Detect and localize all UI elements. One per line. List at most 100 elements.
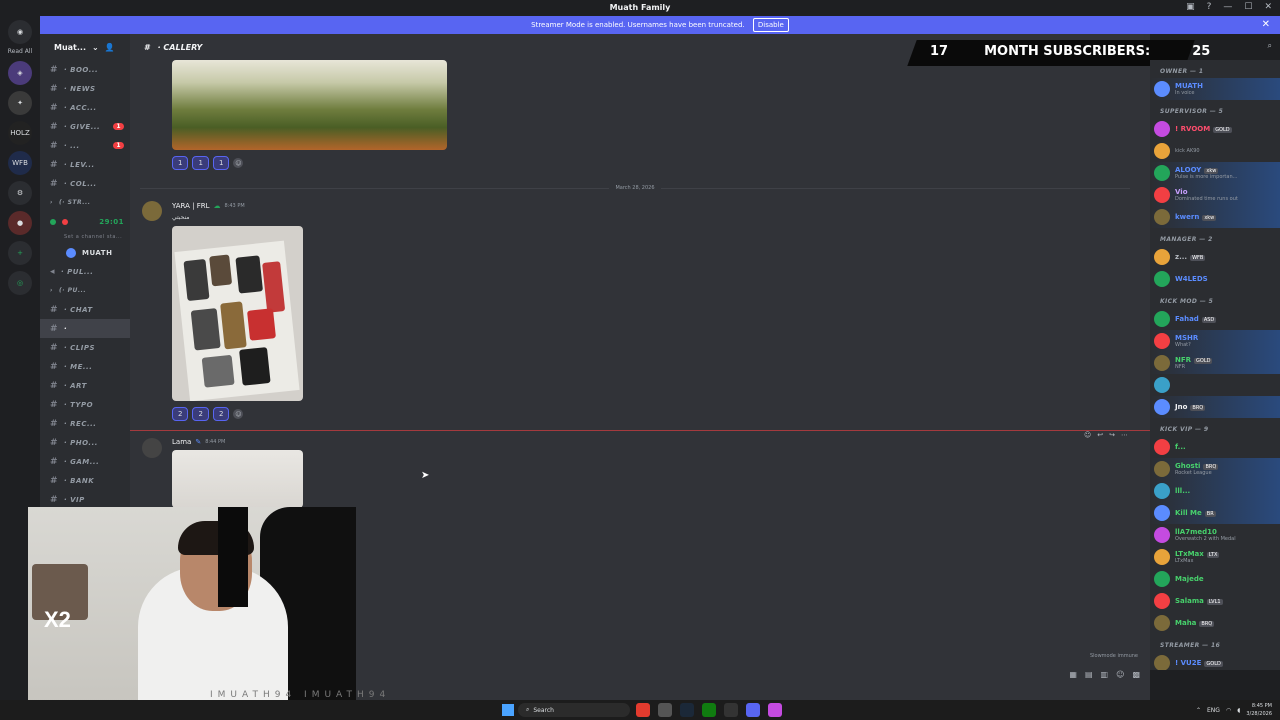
windows-start-icon[interactable] xyxy=(502,704,514,716)
member-item[interactable]: Ghosti BRQ Rocket League xyxy=(1150,458,1280,480)
member-item[interactable]: f... xyxy=(1150,436,1280,458)
add-reaction-icon[interactable]: ☺ xyxy=(233,158,244,168)
server-icon[interactable]: ⚙ xyxy=(8,181,32,205)
disable-streamer-mode-button[interactable]: Disable xyxy=(752,18,789,32)
server-icon[interactable]: ● xyxy=(8,211,32,235)
channel-item[interactable]: # · xyxy=(40,319,130,338)
author-name[interactable]: Lama xyxy=(172,438,191,446)
voice-channel-pul[interactable]: ◂ · PUL... xyxy=(40,262,130,281)
member-item[interactable]: Majede xyxy=(1150,568,1280,590)
server-icon[interactable]: ✦ xyxy=(8,91,32,115)
member-item[interactable]: lll... xyxy=(1150,480,1280,502)
voice-category[interactable]: › (· STR... xyxy=(40,193,130,212)
voice-channel[interactable]: 29:01 xyxy=(40,212,130,231)
close-window-button[interactable]: ✕ xyxy=(1264,2,1272,12)
member-item[interactable]: z... WFB xyxy=(1150,246,1280,268)
chevron-up-icon[interactable]: ⌃ xyxy=(1196,707,1201,714)
app-icon[interactable] xyxy=(724,703,738,717)
search-icon[interactable]: ⌕ xyxy=(1268,41,1272,51)
volume-icon[interactable]: ◖ xyxy=(1237,707,1240,714)
channel-status[interactable]: Set a channel sta... xyxy=(40,231,130,243)
author-name[interactable]: YARA | FRL xyxy=(172,202,210,210)
gift-icon[interactable]: ▦ xyxy=(1069,670,1077,679)
channel-item[interactable]: # · BANK xyxy=(40,471,130,490)
discord-home-icon[interactable]: ◉ xyxy=(8,20,32,44)
member-item[interactable]: Maha BRQ xyxy=(1150,612,1280,634)
gif-icon[interactable]: ▤ xyxy=(1085,670,1093,679)
channel-item[interactable]: # · ACC... xyxy=(40,98,130,117)
clock[interactable]: 8:45 PM 3/28/2026 xyxy=(1246,702,1272,718)
member-item[interactable]: Salama LVL1 xyxy=(1150,590,1280,612)
brave-icon[interactable] xyxy=(636,703,650,717)
discover-icon[interactable]: ◎ xyxy=(8,271,32,295)
attachment-image[interactable] xyxy=(172,226,303,401)
member-item[interactable]: ! RVOOM GOLD xyxy=(1150,118,1280,140)
channel-item[interactable]: # · TYPO xyxy=(40,395,130,414)
emoji-icon[interactable]: ☺ xyxy=(1116,670,1124,679)
channel-item[interactable]: # · ME... xyxy=(40,357,130,376)
sticker-icon[interactable]: ▥ xyxy=(1101,670,1109,679)
help-icon[interactable]: ? xyxy=(1207,2,1212,12)
member-item[interactable] xyxy=(1150,374,1280,396)
channel-item[interactable]: # · BOO... xyxy=(40,60,130,79)
guild-header[interactable]: Muat... ⌄ 👤 xyxy=(40,34,130,60)
reaction[interactable]: 1 xyxy=(172,156,189,170)
add-reaction-icon[interactable]: ☺ xyxy=(233,409,244,419)
add-server-icon[interactable]: + xyxy=(8,241,32,265)
reaction[interactable]: 1 xyxy=(212,156,230,170)
apps-icon[interactable]: ▩ xyxy=(1132,670,1140,679)
attachment-image[interactable] xyxy=(172,450,303,508)
channel-item[interactable]: # · GIVE... 1 xyxy=(40,117,130,136)
reaction[interactable]: 2 xyxy=(192,407,209,421)
reply-icon[interactable]: ↩ xyxy=(1097,431,1103,439)
member-item[interactable]: NFR GOLD NFR xyxy=(1150,352,1280,374)
taskbar-search[interactable]: ⌕ Search xyxy=(518,703,630,717)
member-item[interactable]: kick AK90 xyxy=(1150,140,1280,162)
member-item[interactable]: kwern xkw xyxy=(1150,206,1280,228)
reaction[interactable]: 1 xyxy=(192,156,209,170)
forward-icon[interactable]: ↪ xyxy=(1109,431,1115,439)
channel-item[interactable]: # · COL... xyxy=(40,174,130,193)
xbox-icon[interactable] xyxy=(702,703,716,717)
server-icon-holz[interactable]: HOLZ xyxy=(8,121,32,145)
inbox-icon[interactable]: ▣ xyxy=(1186,2,1195,12)
add-member-icon[interactable]: 👤 xyxy=(105,43,115,52)
minimize-button[interactable]: — xyxy=(1223,2,1232,12)
attachment-image[interactable] xyxy=(172,60,447,150)
member-item[interactable]: llA7med10 Overwatch 2 with Medal xyxy=(1150,524,1280,546)
member-item[interactable]: W4LEDS xyxy=(1150,268,1280,290)
language-indicator[interactable]: ENG xyxy=(1207,707,1220,714)
member-item[interactable]: MUATH In voice xyxy=(1150,78,1280,100)
close-banner-icon[interactable]: ✕ xyxy=(1262,16,1270,34)
voice-user[interactable]: MUATH xyxy=(40,243,130,262)
maximize-button[interactable]: ☐ xyxy=(1244,2,1252,12)
channel-item[interactable]: # · ... 1 xyxy=(40,136,130,155)
avatar[interactable] xyxy=(142,438,162,458)
channel-item[interactable]: # · PHO... xyxy=(40,433,130,452)
server-icon-wfb[interactable]: WFB xyxy=(8,151,32,175)
avatar[interactable] xyxy=(142,201,162,221)
app-icon[interactable] xyxy=(768,703,782,717)
reaction[interactable]: 2 xyxy=(172,407,189,421)
channel-item[interactable]: # · GAM... xyxy=(40,452,130,471)
channel-item[interactable]: # · ART xyxy=(40,376,130,395)
member-item[interactable]: Fahad ASD xyxy=(1150,308,1280,330)
read-all-button[interactable]: Read All xyxy=(0,48,40,55)
steam-icon[interactable] xyxy=(680,703,694,717)
wifi-icon[interactable]: ◠ xyxy=(1226,707,1231,714)
discord-icon[interactable] xyxy=(746,703,760,717)
member-item[interactable]: ! VU2E GOLD xyxy=(1150,652,1280,670)
more-icon[interactable]: ⋯ xyxy=(1121,431,1128,439)
channel-item[interactable]: # · CHAT xyxy=(40,300,130,319)
channel-item[interactable]: # · REC... xyxy=(40,414,130,433)
server-icon[interactable]: ◈ xyxy=(8,61,32,85)
app-icon[interactable] xyxy=(658,703,672,717)
channel-item[interactable]: # · LEV... xyxy=(40,155,130,174)
react-icon[interactable]: ☺ xyxy=(1084,431,1091,439)
channel-item[interactable]: # · NEWS xyxy=(40,79,130,98)
channel-item[interactable]: # · CLIPS xyxy=(40,338,130,357)
member-item[interactable]: ALOOY xkw Pulse is more importan... xyxy=(1150,162,1280,184)
category[interactable]: › (· PU... xyxy=(40,281,130,300)
reaction[interactable]: 2 xyxy=(212,407,230,421)
member-item[interactable]: Jno BRQ xyxy=(1150,396,1280,418)
